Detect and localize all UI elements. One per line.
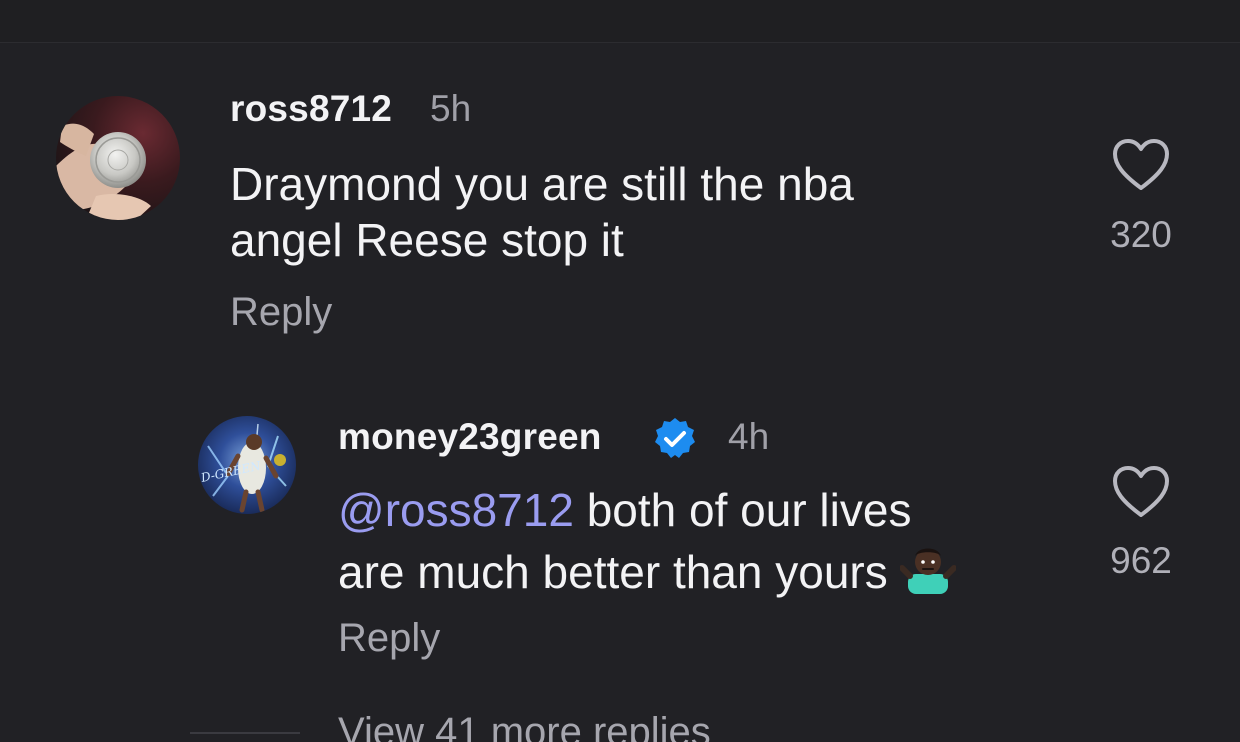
comment-text-line-2: angel Reese stop it (230, 214, 624, 266)
view-more-replies-link[interactable]: View 41 more replies (338, 710, 711, 742)
timestamp: 4h (728, 416, 770, 457)
timestamp: 5h (430, 88, 472, 129)
comments-page: ross8712 5h Draymond you are still the n… (0, 0, 1240, 742)
like-count: 320 (1110, 214, 1172, 255)
username[interactable]: ross8712 (230, 88, 392, 130)
avatar[interactable]: D-GREEN (198, 416, 296, 514)
mention-link[interactable]: @ross8712 (338, 484, 574, 536)
person-shrugging-emoji-icon (898, 538, 957, 606)
comment-text-line-1: Draymond you are still the nba (230, 158, 854, 210)
comment-text-line-1: @ross8712 both of our lives (338, 482, 911, 538)
heart-icon[interactable] (1112, 465, 1170, 524)
like-count: 962 (1110, 540, 1172, 581)
reply-button[interactable]: Reply (230, 290, 332, 335)
player-avatar-icon: D-GREEN (198, 416, 296, 514)
coin-avatar-icon (56, 96, 180, 220)
verified-badge-icon (652, 416, 698, 467)
avatar[interactable] (56, 96, 180, 220)
comment-text-line-2: are much better than yours (338, 538, 957, 606)
heart-icon[interactable] (1112, 138, 1170, 197)
top-bar (0, 0, 1240, 43)
username[interactable]: money23green (338, 416, 602, 458)
reply-button[interactable]: Reply (338, 616, 440, 661)
divider (190, 732, 300, 734)
comment-text: are much better than yours (338, 546, 888, 598)
comment-text: both of our lives (573, 484, 912, 536)
